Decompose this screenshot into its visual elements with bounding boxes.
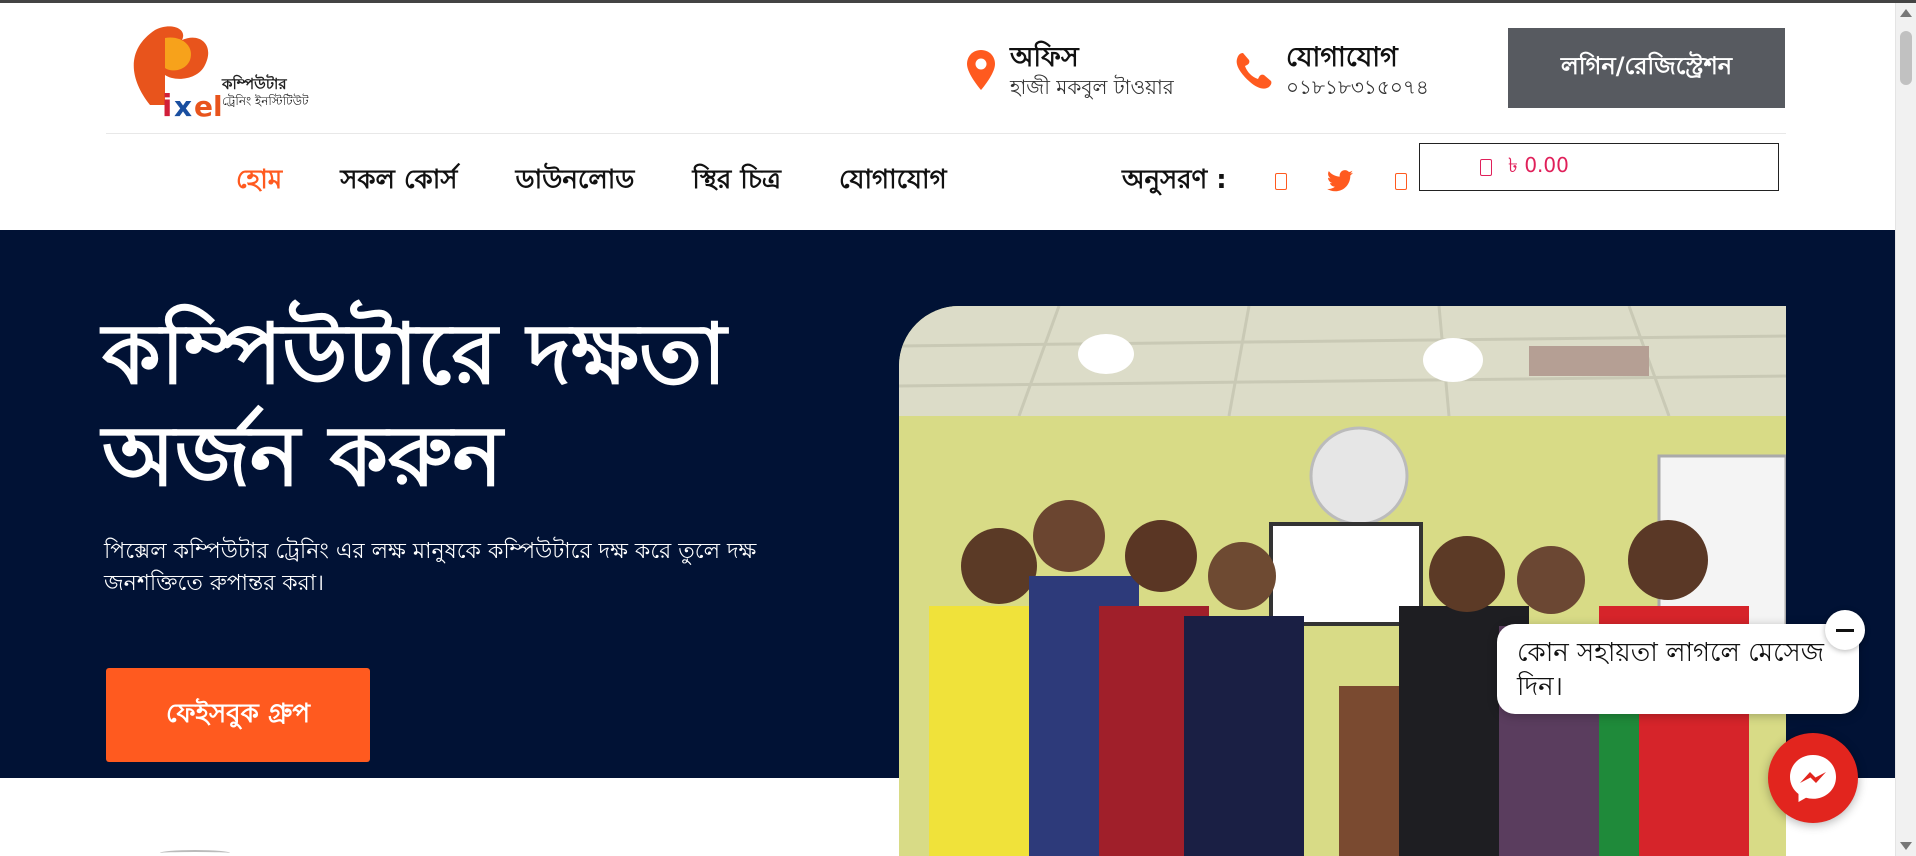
svg-text:i: i [162, 89, 172, 120]
contact-title: যোগাযোগ [1286, 42, 1398, 73]
follow-label: অনুসরণ : [1122, 165, 1227, 195]
page-scrollbar[interactable] [1895, 3, 1916, 856]
contact-info: যোগাযোগ ০১৮১৮৩১৫০৭৪ [1234, 42, 1429, 100]
hero-photo [899, 306, 1786, 856]
cart-icon [1480, 158, 1492, 176]
office-title: অফিস [1010, 42, 1079, 73]
logo-text: কম্পিউটার ট্রেনিং ইনস্টিটিউট [222, 76, 309, 110]
nav-item-download[interactable]: ডাউনলোড [515, 158, 634, 202]
phone-icon [1234, 48, 1274, 92]
youtube-icon[interactable] [1386, 166, 1416, 196]
scroll-thumb[interactable] [1900, 31, 1912, 85]
map-pin-icon [964, 48, 998, 92]
minus-icon[interactable] [1825, 610, 1865, 650]
main-nav: হোম সকল কোর্স ডাউনলোড স্থির চিত্র যোগাযো… [236, 158, 1005, 202]
chat-bubble[interactable]: কোন সহায়তা লাগলে মেসেজ দিন। [1497, 624, 1859, 714]
scroll-up-arrow-icon[interactable] [1900, 9, 1912, 17]
partial-image-edge [160, 850, 230, 856]
office-info: অফিস হাজী মকবুল টাওয়ার [964, 42, 1174, 100]
nav-item-all-courses[interactable]: সকল কোর্স [340, 158, 457, 202]
contact-phone[interactable]: ০১৮১৮৩১৫০৭৪ [1286, 74, 1429, 100]
cart-button[interactable]: ৳ 0.00 [1419, 143, 1779, 191]
scroll-down-arrow-icon[interactable] [1900, 842, 1912, 850]
logo-subtitle: ট্রেনিং ইনস্টিটিউট [222, 94, 309, 108]
facebook-group-button[interactable]: ফেইসবুক গ্রুপ [106, 668, 370, 762]
facebook-icon[interactable] [1266, 166, 1296, 196]
login-register-button[interactable]: লগিন/রেজিস্ট্রেশন [1508, 28, 1785, 108]
hero-title: কম্পিউটারে দক্ষতা অর্জন করুন [102, 304, 727, 505]
nav-item-gallery[interactable]: স্থির চিত্র [692, 158, 781, 202]
messenger-icon[interactable] [1768, 733, 1858, 823]
logo-name: কম্পিউটার [222, 75, 287, 93]
hero-description: পিক্সেল কম্পিউটার ট্রেনিং এর লক্ষ মানুষক… [104, 539, 757, 596]
cart-amount: ৳ 0.00 [1508, 152, 1569, 177]
svg-text:x: x [174, 90, 192, 120]
twitter-icon[interactable] [1325, 166, 1355, 196]
office-address: হাজী মকবুল টাওয়ার [1010, 75, 1174, 99]
top-border [0, 0, 1916, 3]
nav-item-home[interactable]: হোম [236, 158, 282, 202]
svg-text:el: el [194, 90, 223, 120]
header-divider [106, 133, 1786, 134]
nav-item-contact[interactable]: যোগাযোগ [839, 158, 947, 202]
